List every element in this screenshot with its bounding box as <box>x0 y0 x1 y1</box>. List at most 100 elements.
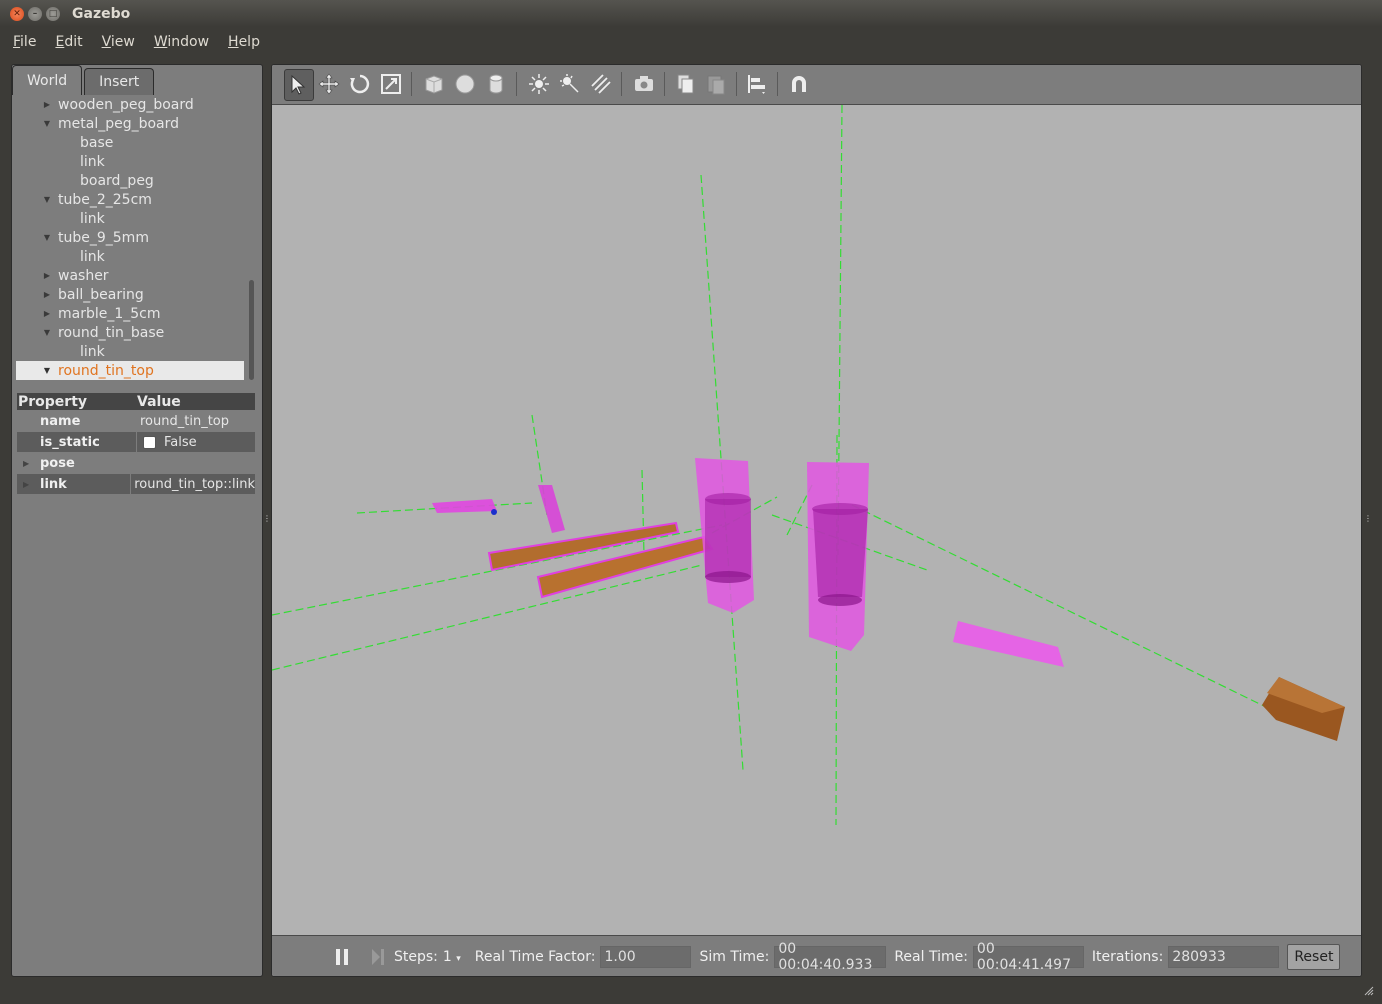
ball-bearing-marker <box>491 509 497 515</box>
tree-item-label: tube_2_25cm <box>58 191 152 208</box>
snap-button[interactable] <box>785 69 813 99</box>
rotate-mode-button[interactable] <box>346 69 374 99</box>
tree-item[interactable]: link <box>16 342 244 361</box>
property-row-link[interactable]: ▶ link round_tin_top::link <box>17 474 255 494</box>
tree-item-label: board_peg <box>80 172 154 189</box>
simulation-bar: Steps: 1 ▾ Real Time Factor: 1.00 Sim Ti… <box>272 935 1361 976</box>
copy-button[interactable] <box>671 69 699 99</box>
scale-mode-button[interactable] <box>377 69 405 99</box>
tab-insert[interactable]: Insert <box>84 68 155 95</box>
tree-item-label: link <box>80 210 105 227</box>
tree-scrollbar[interactable] <box>249 280 254 380</box>
tree-item-label: ball_bearing <box>58 286 144 303</box>
tree-item[interactable]: ▶ ball_bearing <box>16 285 244 304</box>
property-header: Property Value <box>17 393 255 410</box>
spot-light-icon <box>560 74 579 93</box>
box-shape-button[interactable] <box>420 69 448 99</box>
rtf-label: Real Time Factor: <box>474 948 596 965</box>
tree-item-label: round_tin_top <box>58 362 154 379</box>
magnet-icon <box>792 76 806 92</box>
tree-item[interactable]: ▶ marble_1_5cm <box>16 304 244 323</box>
directional-light-icon <box>591 74 611 94</box>
collapsed-arrow-icon[interactable]: ▶ <box>23 480 33 489</box>
spot-light-button[interactable] <box>556 69 584 99</box>
expanded-arrow-icon[interactable]: ▼ <box>42 233 52 242</box>
menu-view[interactable]: View <box>102 34 135 50</box>
name-value-field[interactable]: round_tin_top <box>136 411 255 431</box>
rotate-icon <box>350 74 370 94</box>
tree-item-label: washer <box>58 267 109 284</box>
property-row-name[interactable]: name round_tin_top <box>17 411 255 431</box>
property-column-header: Property <box>18 393 88 410</box>
expanded-arrow-icon[interactable]: ▼ <box>42 119 52 128</box>
pause-icon <box>336 948 348 965</box>
collapsed-arrow-icon[interactable]: ▶ <box>23 459 33 468</box>
sim-time-field: 00 00:04:40.933 <box>774 941 887 973</box>
align-button[interactable] <box>743 69 771 99</box>
tree-item-label: link <box>80 343 105 360</box>
tree-item-label: tube_9_5mm <box>58 229 149 246</box>
expanded-arrow-icon[interactable]: ▼ <box>42 195 52 204</box>
menu-window[interactable]: Window <box>154 34 209 50</box>
menu-bar: File Edit View Window Help <box>0 27 1382 57</box>
paste-button[interactable] <box>702 69 730 99</box>
tree-item-label: round_tin_base <box>58 324 165 341</box>
translate-mode-button[interactable] <box>315 69 343 99</box>
tree-item[interactable]: ▶ wooden_peg_board <box>16 95 244 114</box>
screenshot-button[interactable] <box>630 69 658 99</box>
close-window-button[interactable]: ✕ <box>10 6 24 21</box>
arrow-cursor-icon <box>291 74 306 95</box>
property-row-is-static[interactable]: is_static False <box>17 432 255 452</box>
tree-item[interactable]: link <box>16 247 244 266</box>
point-light-button[interactable] <box>525 69 553 99</box>
align-icon <box>748 75 765 94</box>
collapsed-arrow-icon[interactable]: ▶ <box>42 309 52 318</box>
menu-file[interactable]: File <box>13 34 36 50</box>
render-toolbar <box>272 65 1361 105</box>
expanded-arrow-icon[interactable]: ▼ <box>42 366 52 375</box>
tab-world[interactable]: World <box>12 65 83 95</box>
maximize-window-button[interactable]: □ <box>46 6 60 21</box>
property-label: pose <box>40 455 75 471</box>
cylinder-icon <box>489 74 503 94</box>
menu-edit[interactable]: Edit <box>55 34 82 50</box>
directional-light-button[interactable] <box>587 69 615 99</box>
left-splitter-handle[interactable]: ⋮ <box>263 514 271 524</box>
property-row-pose[interactable]: ▶ pose <box>17 453 255 473</box>
tree-item[interactable]: link <box>16 209 244 228</box>
iterations-label: Iterations: <box>1091 948 1164 965</box>
right-splitter-handle[interactable]: ⋮ <box>1364 514 1372 524</box>
resize-grip-icon[interactable] <box>1364 986 1374 996</box>
reset-button[interactable]: Reset <box>1287 943 1341 970</box>
tree-item[interactable]: board_peg <box>16 171 244 190</box>
expanded-arrow-icon[interactable]: ▼ <box>42 328 52 337</box>
collapsed-arrow-icon[interactable]: ▶ <box>42 290 52 299</box>
scale-icon <box>381 74 401 94</box>
tree-item[interactable]: ▼ round_tin_base <box>16 323 244 342</box>
point-light-icon <box>529 74 549 94</box>
tree-item[interactable]: base <box>16 133 244 152</box>
tree-item[interactable]: ▶ washer <box>16 266 244 285</box>
tree-item[interactable]: link <box>16 152 244 171</box>
steps-value: 1 <box>442 948 452 965</box>
tree-item-selected[interactable]: ▼ round_tin_top <box>16 361 244 380</box>
pause-button[interactable] <box>334 948 350 966</box>
select-mode-button[interactable] <box>284 69 314 101</box>
sphere-shape-button[interactable] <box>451 69 479 99</box>
collapsed-arrow-icon[interactable]: ▶ <box>42 100 52 109</box>
cylinder-shape-button[interactable] <box>482 69 510 99</box>
sphere-icon <box>455 74 475 94</box>
tree-item[interactable]: ▼ metal_peg_board <box>16 114 244 133</box>
is-static-checkbox[interactable] <box>143 435 156 449</box>
chevron-down-icon: ▾ <box>456 953 461 964</box>
menu-help[interactable]: Help <box>228 34 260 50</box>
step-forward-icon <box>372 948 384 965</box>
collapsed-arrow-icon[interactable]: ▶ <box>42 271 52 280</box>
render-panel: Steps: 1 ▾ Real Time Factor: 1.00 Sim Ti… <box>271 64 1362 977</box>
steps-spinner[interactable]: 1 ▾ <box>443 949 461 965</box>
3d-viewport[interactable] <box>272 105 1361 935</box>
minimize-window-button[interactable]: – <box>28 6 42 21</box>
step-button[interactable] <box>370 948 386 966</box>
tree-item[interactable]: ▼ tube_2_25cm <box>16 190 244 209</box>
tree-item[interactable]: ▼ tube_9_5mm <box>16 228 244 247</box>
